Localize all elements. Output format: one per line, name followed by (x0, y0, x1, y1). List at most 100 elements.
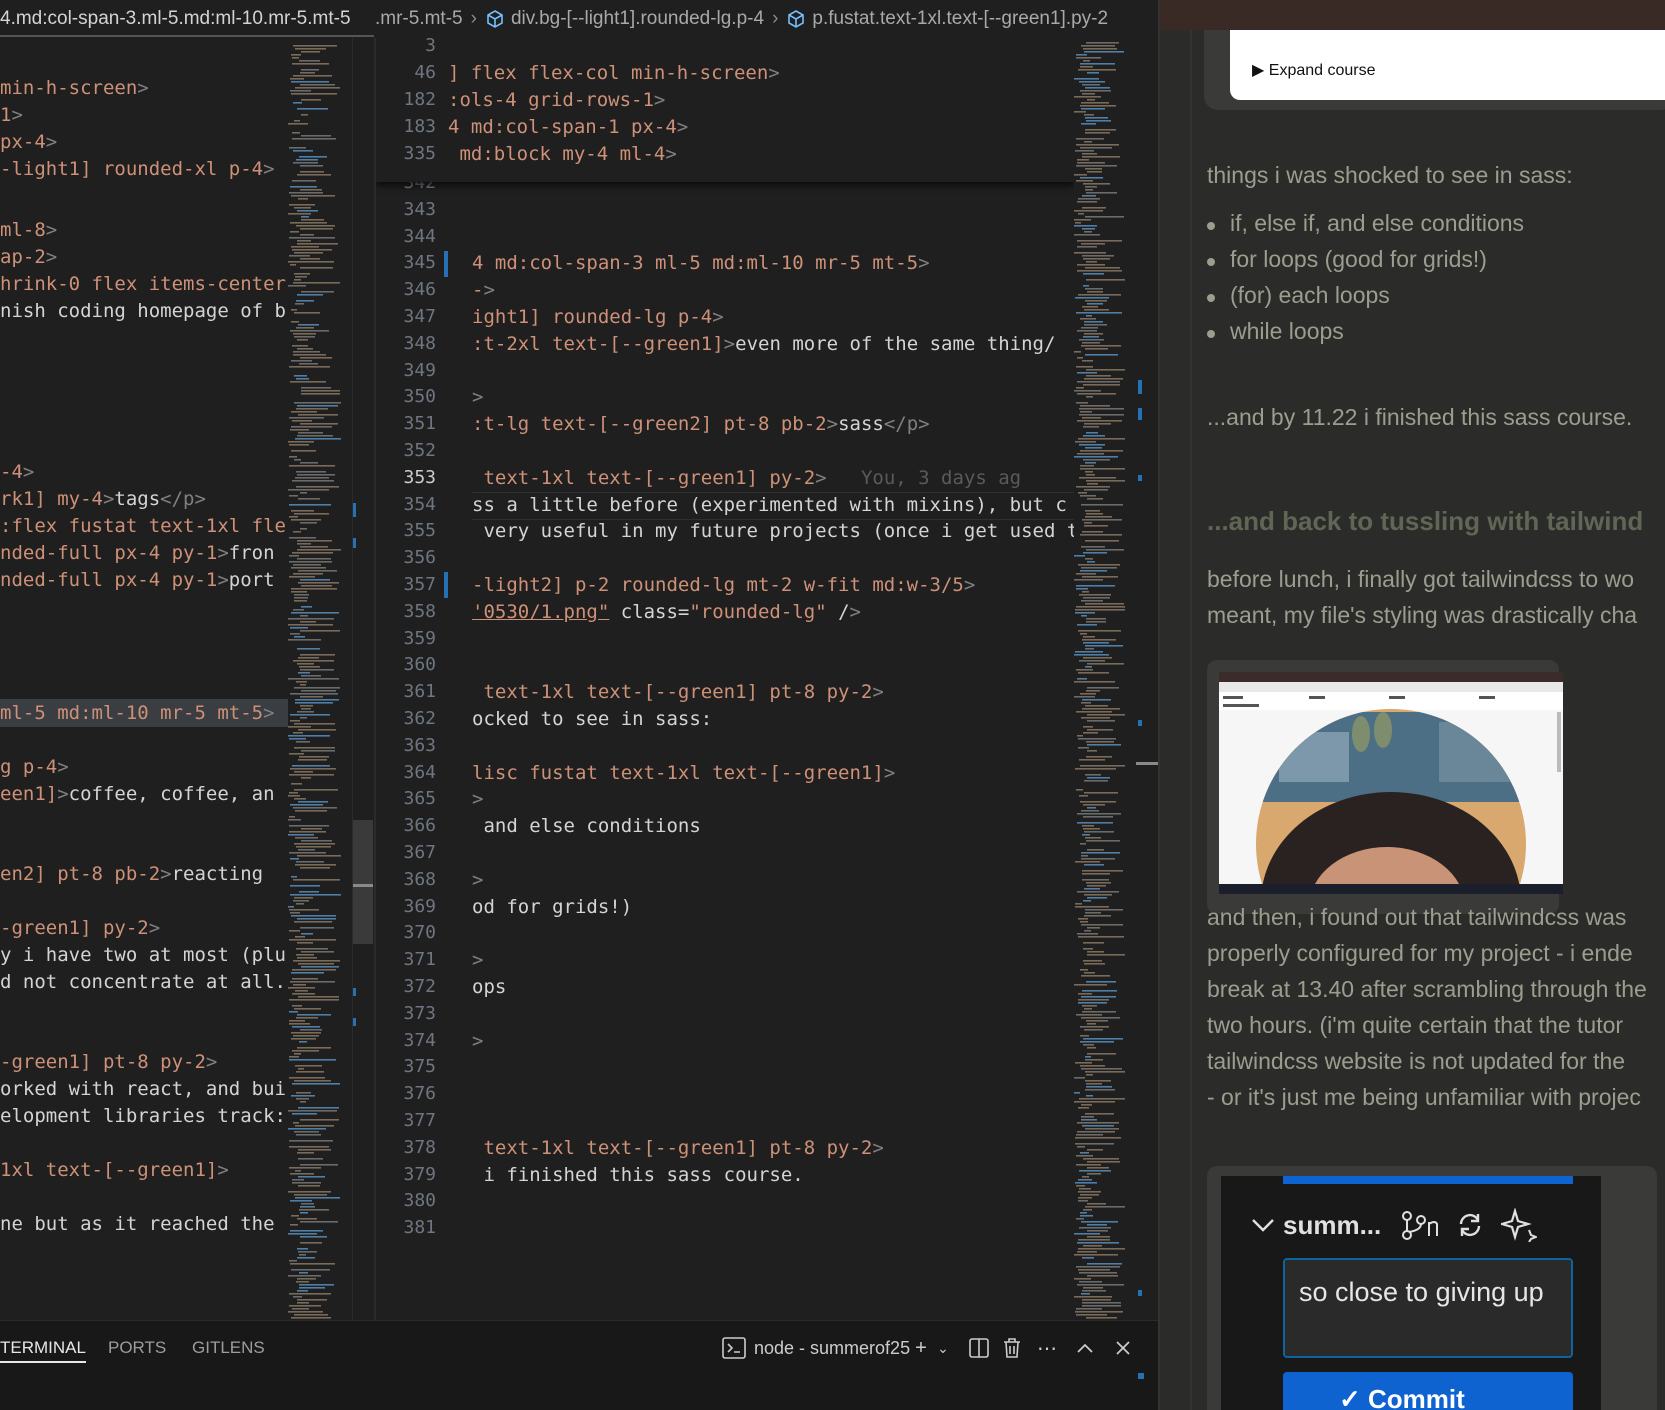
code-line[interactable]: ight1] rounded-lg p-4> (472, 303, 724, 331)
git-change-marker[interactable] (444, 572, 448, 598)
code-line[interactable]: ml-8> (0, 216, 57, 244)
left-scrollbar[interactable] (352, 38, 373, 1320)
code-content[interactable]: 4 md:col-span-3 ml-5 md:ml-10 mr-5 mt-5>… (472, 38, 1074, 1320)
code-line[interactable]: -4> (0, 458, 34, 486)
code-line[interactable]: g p-4> (0, 753, 69, 781)
code-line[interactable]: 4 md:col-span-3 ml-5 md:ml-10 mr-5 mt-5> (472, 249, 930, 277)
breadcrumb-item[interactable]: .mr-5.mt-5 (375, 8, 463, 30)
code-line[interactable]: ocked to see in sass: (472, 705, 712, 733)
minimap-line (1083, 816, 1113, 818)
sticky-scroll-header[interactable]: 3 46] flex flex-col min-h-screen> 182:ols-… (376, 38, 1074, 182)
code-line[interactable]: and else conditions (472, 812, 700, 840)
minimap-line (1078, 936, 1124, 938)
code-line[interactable]: -> (472, 276, 495, 304)
sticky-code-line[interactable]: 4 md:col-span-1 px-4> (448, 113, 688, 141)
code-line[interactable]: px-4> (0, 128, 57, 156)
minimap-line (294, 375, 307, 377)
code-line[interactable]: text-1xl text-[--green1] py-2> You, 3 da… (472, 464, 1021, 492)
code-line[interactable]: elopment libraries track: (0, 1102, 286, 1130)
code-line[interactable]: ap-2> (0, 243, 57, 271)
code-line[interactable]: orked with react, and bui (0, 1075, 286, 1103)
code-line[interactable]: -light2] p-2 rounded-lg mt-2 w-fit md:w-… (472, 571, 975, 599)
minimap-line (1086, 396, 1093, 398)
code-line[interactable]: lisc fustat text-1xl text-[--green1]> (472, 759, 895, 787)
line-number: 369 (403, 895, 436, 917)
code-line[interactable]: > (472, 1027, 483, 1055)
right-editor-pane[interactable]: 342 343 344 345 346 347 348 349 350 351 352 353 354 3… (376, 38, 1074, 1320)
tab-gitlens[interactable]: GITLENS (192, 1333, 265, 1363)
code-line[interactable]: :t-2xl text-[--green1]>even more of the … (472, 330, 1055, 358)
code-line[interactable]: nded-full px-4 py-1>port (0, 566, 275, 594)
code-line[interactable]: 1> (0, 101, 23, 129)
trash-icon[interactable] (999, 1335, 1025, 1361)
code-line[interactable]: text-1xl text-[--green1] pt-8 py-2> (472, 678, 883, 706)
code-line[interactable]: > (472, 866, 483, 894)
terminal-selector[interactable]: node - summerof25 (722, 1333, 910, 1363)
chevron-down-icon[interactable]: ⌄ (930, 1335, 956, 1361)
code-line[interactable]: text-1xl text-[--green1] pt-8 py-2> (472, 1134, 883, 1162)
minimap-line (1077, 624, 1097, 626)
left-editor-pane[interactable]: min-h-screen> 1> px-4> -light1] rounded-xl … (0, 38, 288, 1320)
sticky-code-line[interactable]: ] flex flex-col min-h-screen> (448, 59, 780, 87)
code-line[interactable]: -green1] py-2> (0, 914, 160, 942)
tab-terminal[interactable]: TERMINAL (0, 1333, 86, 1363)
minimap-line (1086, 882, 1111, 884)
code-line[interactable]: i finished this sass course. (472, 1161, 803, 1189)
code-line[interactable]: -light1] rounded-xl p-4> (0, 155, 275, 183)
tab-ports[interactable]: PORTS (108, 1333, 166, 1363)
minimap-line (1082, 519, 1122, 521)
expand-course-toggle[interactable]: ▶ Expand course (1252, 60, 1376, 80)
commit-button[interactable]: ✓ Commit (1283, 1372, 1573, 1410)
code-line[interactable]: hrink-0 flex items-center (0, 270, 286, 298)
code-line[interactable]: rk1] my-4>tags</p> (0, 485, 206, 513)
minimap-line (1080, 63, 1115, 65)
breadcrumb-item[interactable]: p.fustat.text-1xl.text-[--green1].py-2 (812, 8, 1108, 30)
minimap-line (295, 48, 326, 50)
code-line[interactable]: een1]>coffee, coffee, an (0, 780, 275, 808)
minimap-line (288, 261, 334, 263)
code-line[interactable]: y i have two at most (plu (0, 941, 286, 969)
commit-message-input[interactable]: so close to giving up (1283, 1258, 1573, 1358)
right-minimap[interactable] (1074, 38, 1136, 1320)
sticky-code-line[interactable]: md:block my-4 ml-4> (448, 140, 676, 168)
minimap-line (1077, 1251, 1097, 1253)
left-minimap[interactable] (288, 38, 352, 1320)
breadcrumb-item[interactable]: div.bg-[--light1].rounded-lg.p-4 (511, 8, 764, 30)
code-line[interactable]: :t-lg text-[--green2] pt-8 pb-2>sass</p> (472, 410, 930, 438)
code-line[interactable]: nish coding homepage of b (0, 297, 286, 325)
sticky-code-line[interactable]: :ols-4 grid-rows-1> (448, 86, 665, 114)
breadcrumb-left-pane[interactable]: 4.md:col-span-3.ml-5.md:ml-10.mr-5.mt-5 (0, 8, 374, 30)
code-line[interactable]: :flex fustat text-1xl fle (0, 512, 286, 540)
right-scrollbar[interactable] (1136, 38, 1158, 1320)
code-line[interactable]: ne but as it reached the (0, 1210, 275, 1238)
code-line[interactable]: '0530/1.png" class="rounded-lg" /> (472, 598, 861, 626)
code-line[interactable]: > (472, 785, 483, 813)
minimap-line (1082, 825, 1094, 827)
code-line[interactable]: very useful in my future projects (once … (472, 517, 1074, 545)
scrollbar-thumb[interactable] (353, 820, 373, 944)
code-line[interactable]: ss a little before (experimented with mi… (472, 491, 1067, 519)
minimap-line (292, 1179, 304, 1181)
line-number: 354 (403, 493, 436, 515)
minimap-line (1081, 858, 1115, 860)
minimap-line (291, 321, 299, 323)
code-line[interactable]: en2] pt-8 pb-2>reacting (0, 860, 263, 888)
more-actions-icon[interactable]: ⋯ (1034, 1335, 1060, 1361)
close-icon[interactable] (1110, 1335, 1136, 1361)
code-line[interactable]: nded-full px-4 py-1>fron (0, 539, 275, 567)
chevron-up-icon[interactable] (1072, 1335, 1098, 1361)
minimap-line (1077, 1131, 1115, 1133)
code-line[interactable]: ml-5 md:ml-10 mr-5 mt-5> (0, 699, 288, 727)
element-cube-icon (487, 10, 503, 28)
code-line[interactable]: 1xl text-[--green1]> (0, 1156, 229, 1184)
split-terminal-icon[interactable] (966, 1335, 992, 1361)
code-line[interactable]: d not concentrate at all. (0, 968, 286, 996)
git-change-marker[interactable] (444, 251, 448, 277)
code-line[interactable]: od for grids!) (472, 893, 632, 921)
code-line[interactable]: min-h-screen> (0, 74, 149, 102)
code-line[interactable]: ops (472, 973, 506, 1001)
minimap-line (1082, 228, 1095, 230)
code-line[interactable]: > (472, 383, 483, 411)
code-line[interactable]: > (472, 946, 483, 974)
code-line[interactable]: -green1] pt-8 py-2> (0, 1048, 217, 1076)
